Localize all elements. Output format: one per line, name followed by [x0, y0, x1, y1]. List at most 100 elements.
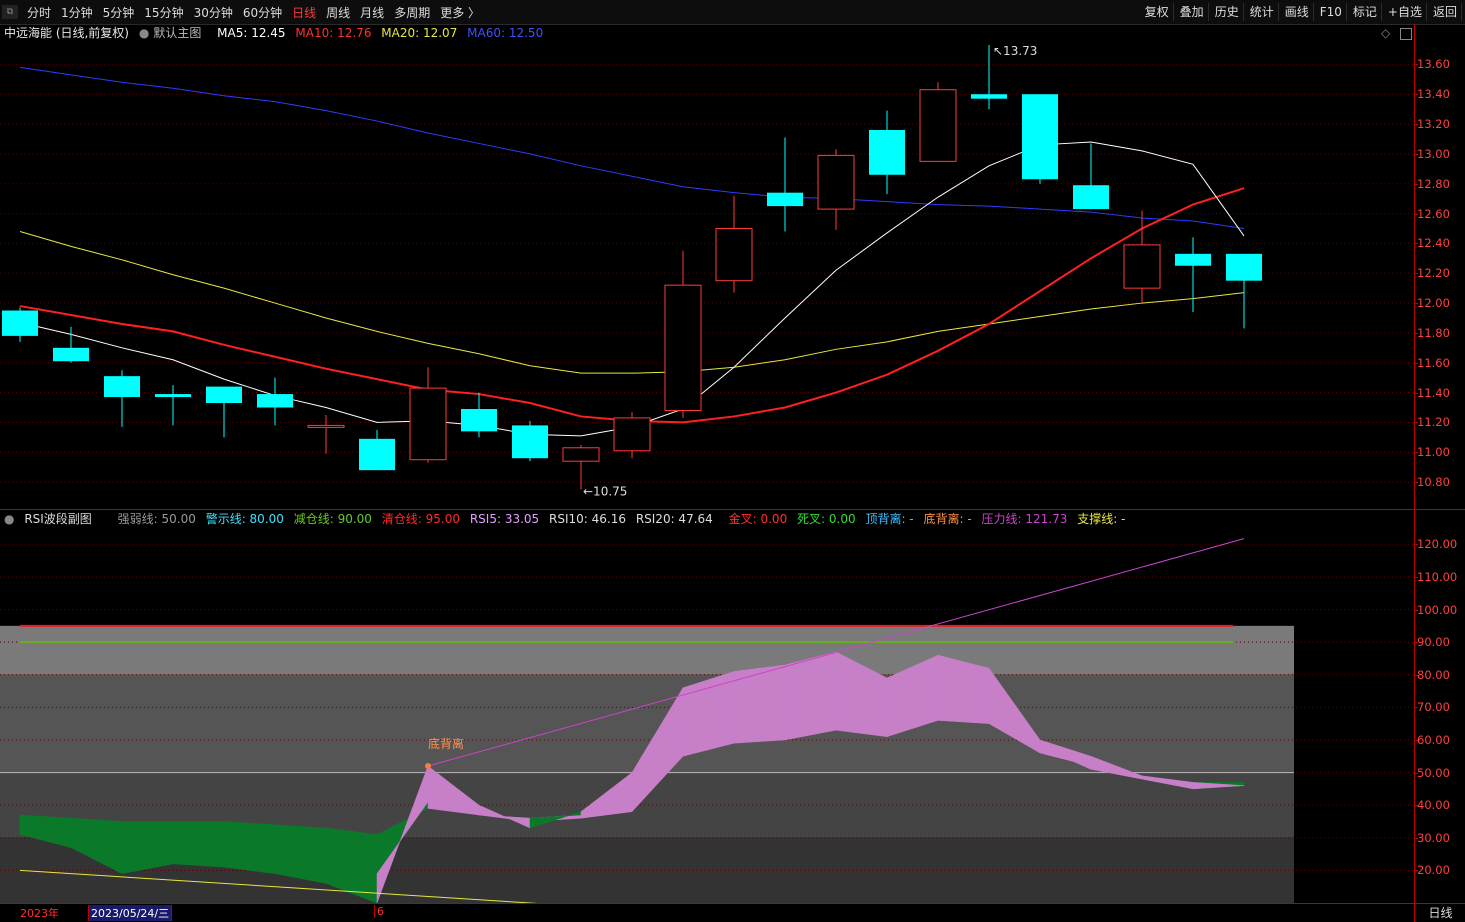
rsi-tick: 80.00	[1417, 667, 1450, 682]
toolbar-button[interactable]: +自选	[1384, 3, 1427, 21]
candle-body	[155, 394, 191, 398]
candle-body	[1022, 94, 1058, 180]
ma10-label: MA10: 12.76	[295, 26, 372, 40]
rsi-tick: 20.00	[1417, 863, 1450, 878]
period-tab[interactable]: 5分钟	[98, 4, 140, 21]
candlestick-chart[interactable]: ↖13.73 ←10.75	[0, 42, 1414, 507]
ma5-line	[19, 141, 1245, 437]
rsi-tick: 70.00	[1417, 700, 1450, 715]
template-label: 默认主图	[153, 26, 202, 40]
price-tick: 12.00	[1417, 296, 1450, 311]
candle-body	[461, 408, 497, 432]
candle-body	[767, 192, 803, 207]
candle-body	[1123, 244, 1161, 289]
rsi-tick: 60.00	[1417, 732, 1450, 747]
clear-label: 清仓线: 95.00	[381, 512, 460, 526]
price-tick: 13.60	[1417, 57, 1450, 72]
period-tab[interactable]: 15分钟	[139, 4, 188, 21]
candle-body	[104, 376, 140, 398]
candle-body	[1226, 253, 1262, 281]
rsi-tick: 40.00	[1417, 798, 1450, 813]
toolbar-button[interactable]: 返回	[1429, 3, 1462, 21]
stock-title: 中远海能 (日线,前复权)	[4, 26, 129, 40]
candle-body	[817, 154, 855, 210]
diamond-icon[interactable]: ◇	[1381, 26, 1390, 40]
toolbar-button[interactable]: 标记	[1349, 3, 1382, 21]
rsi-tick: 100.00	[1417, 602, 1458, 617]
support-line-label: 支撑线: -	[1077, 512, 1126, 526]
candle-body	[359, 438, 395, 471]
price-tick: 13.20	[1417, 117, 1450, 132]
toolbar-button[interactable]: 叠加	[1176, 3, 1209, 21]
period-tab[interactable]: 周线	[321, 4, 355, 21]
golden-cross-label: 金叉: 0.00	[728, 512, 788, 526]
candle-body	[2, 310, 38, 336]
sub-settings-icon[interactable]: ●	[4, 512, 14, 526]
toolbar-button[interactable]: F10	[1316, 3, 1347, 21]
period-tab[interactable]: 更多 〉	[435, 4, 485, 21]
death-cross-label: 死叉: 0.00	[797, 512, 856, 526]
bottom-divergence-label: 底背离: -	[923, 512, 972, 526]
divergence-marker	[425, 763, 431, 770]
window-icon[interactable]: ⧉	[2, 5, 18, 19]
period-list: ⧉ 分时 1分钟 5分钟 15分钟 30分钟 60分钟 日线 周线 月线 多周期 更多 〉	[0, 0, 485, 24]
candle-body	[257, 394, 293, 408]
low-label: ←10.75	[583, 485, 627, 499]
candle-body	[613, 417, 651, 452]
ma10-line	[19, 187, 1245, 424]
candle-body	[562, 447, 600, 462]
rsi-tick: 110.00	[1417, 569, 1458, 584]
price-tick: 11.80	[1417, 325, 1450, 340]
toolbar-button[interactable]: 历史	[1211, 3, 1244, 21]
period-tab[interactable]: 分时	[22, 4, 56, 21]
year-label: 2023年	[20, 907, 59, 920]
rsi5-label: RSI5: 33.05	[469, 512, 540, 526]
high-label: ↖13.73	[993, 44, 1037, 58]
period-tab[interactable]: 日线	[287, 4, 321, 21]
price-tick: 12.20	[1417, 266, 1450, 281]
rsi-band-outer	[172, 847, 225, 868]
candle-body	[512, 425, 548, 459]
period-tab[interactable]: 30分钟	[189, 4, 238, 21]
price-tick: 10.80	[1417, 475, 1450, 490]
candle-body	[664, 284, 702, 411]
ma60-line	[19, 66, 1245, 229]
warning-label: 警示线: 80.00	[205, 512, 284, 526]
ma20-label: MA20: 12.07	[381, 26, 458, 40]
price-tick: 12.60	[1417, 206, 1450, 221]
price-tick: 13.40	[1417, 87, 1450, 102]
sub-title: RSI波段副图	[24, 512, 92, 526]
period-tab[interactable]: 月线	[355, 4, 389, 21]
main-info-line: 中远海能 (日线,前复权) ● 默认主图 MA5: 12.45 MA10: 12.…	[0, 24, 549, 42]
reduce-label: 减仓线: 90.00	[293, 512, 372, 526]
rsi-chart[interactable]: 底背离	[0, 528, 1414, 903]
period-tab[interactable]: 60分钟	[238, 4, 287, 21]
period-label[interactable]: 日线	[1414, 904, 1465, 922]
rsi-band-inner	[223, 821, 276, 852]
price-tick: 11.40	[1417, 385, 1450, 400]
period-tab[interactable]: 多周期	[389, 4, 435, 21]
price-tick: 11.20	[1417, 415, 1450, 430]
template-dropdown[interactable]: ● 默认主图	[139, 26, 208, 40]
maximize-icon[interactable]	[1400, 28, 1412, 40]
candle-body	[869, 130, 905, 175]
cursor-date: 2023/05/24/三	[88, 905, 173, 921]
month-label: 6	[374, 905, 384, 918]
rsi-band-inner	[172, 821, 225, 848]
toolbar-button[interactable]: 画线	[1281, 3, 1314, 21]
candle-body	[715, 227, 753, 282]
toolbar-button[interactable]: 复权	[1141, 3, 1174, 21]
toolbar-button[interactable]: 统计	[1246, 3, 1279, 21]
candle-body	[206, 386, 242, 404]
candle-body	[1073, 185, 1109, 210]
period-tab[interactable]: 1分钟	[56, 4, 98, 21]
price-tick: 13.00	[1417, 146, 1450, 161]
rsi-tick: 30.00	[1417, 830, 1450, 845]
rsi-band-inner	[274, 824, 327, 855]
candle-body	[919, 89, 957, 162]
candle-body	[971, 94, 1007, 99]
divergence-label: 底背离	[428, 736, 464, 751]
price-tick: 11.00	[1417, 445, 1450, 460]
candle-body	[307, 424, 345, 428]
top-divergence-label: 顶背离: -	[865, 512, 914, 526]
